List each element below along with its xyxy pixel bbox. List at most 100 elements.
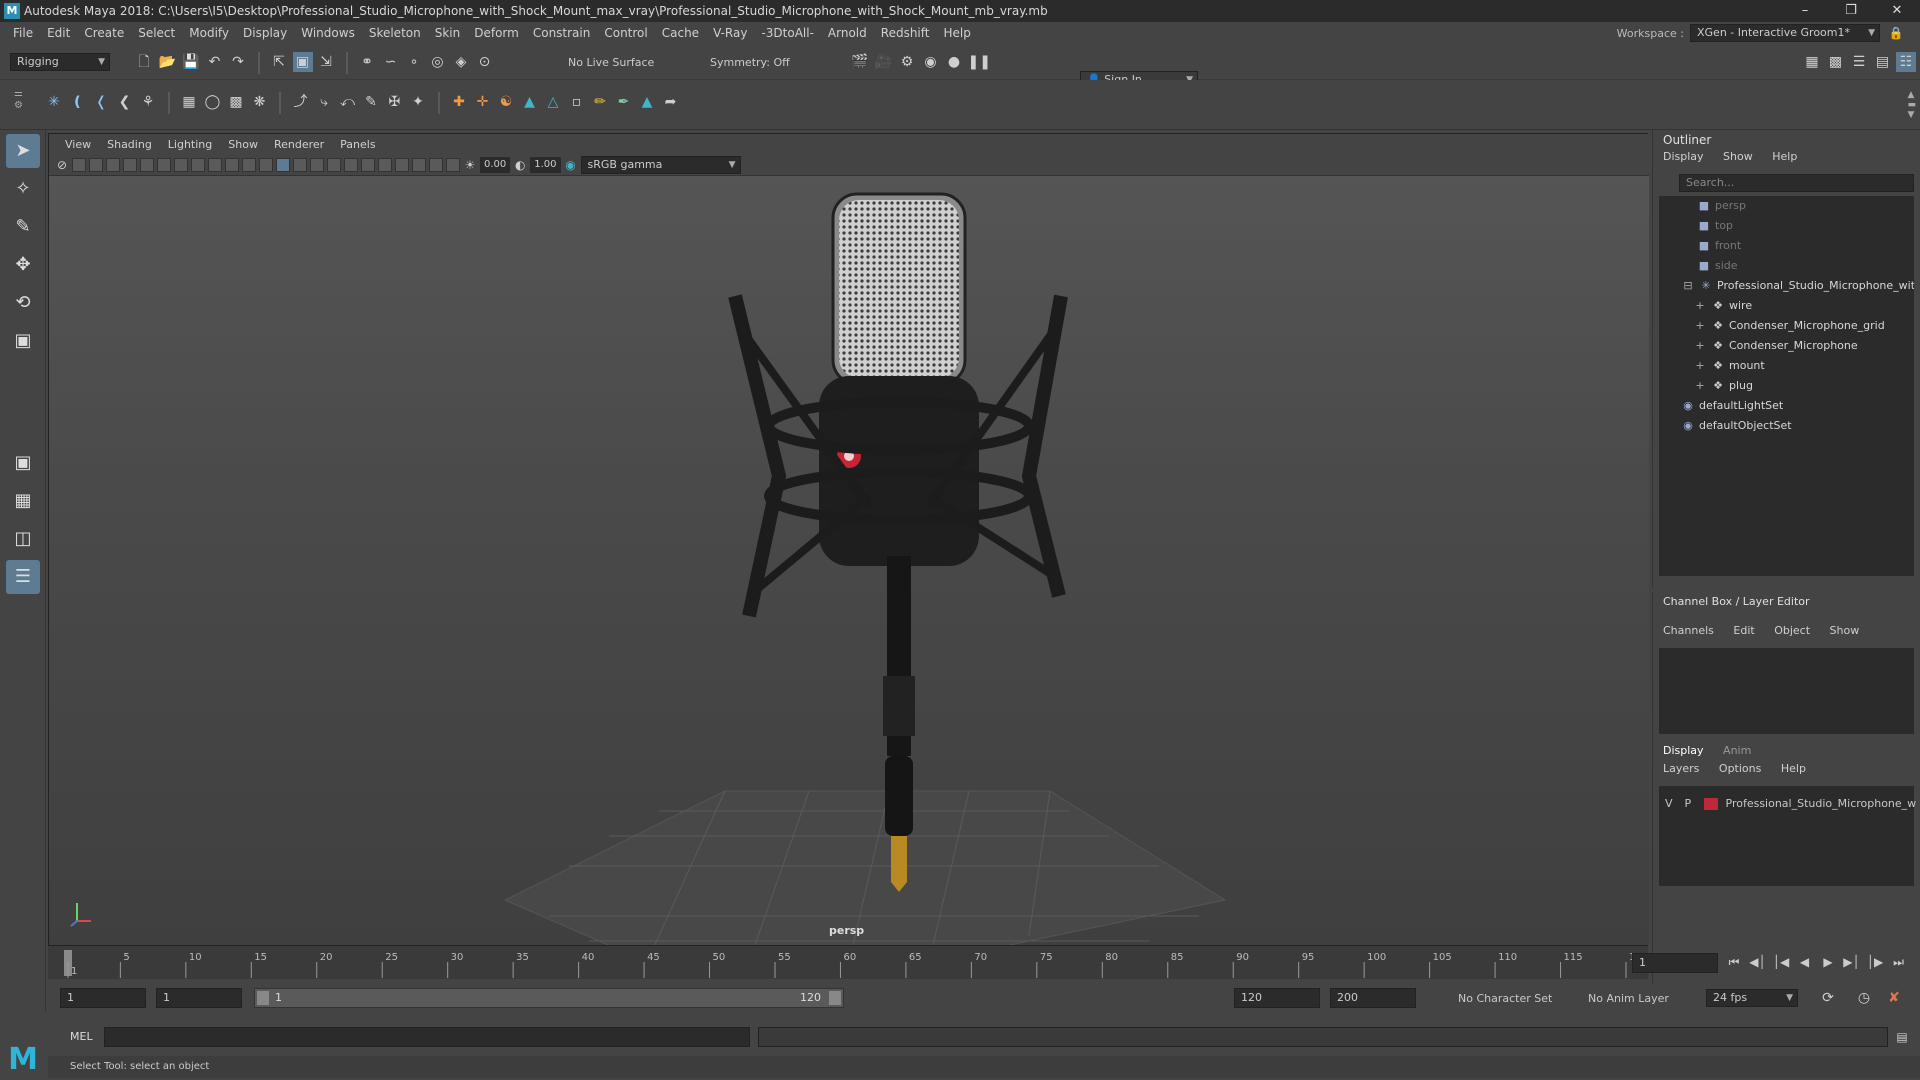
xray-icon[interactable] [429,157,443,172]
hik-control-icon[interactable]: ▲ [520,92,540,112]
minimize-icon[interactable]: – [1782,0,1828,22]
locator-icon[interactable]: ✚ [449,92,469,112]
menu-file[interactable]: File [6,26,40,40]
curve-tool-icon[interactable]: ⤴ [291,92,311,112]
two-view-icon[interactable]: ◫ [6,522,40,556]
outliner-item-group[interactable]: ⊟ ✳ Professional_Studio_Microphone_with [1659,276,1914,296]
menu-constrain[interactable]: Constrain [526,26,598,40]
playback-end-field[interactable]: 120 [1234,988,1320,1008]
paint-weights-icon[interactable]: ✏ [590,92,610,112]
menu-control[interactable]: Control [597,26,654,40]
expand-icon[interactable]: + [1693,336,1707,356]
range-slider[interactable]: 1 120 [254,988,844,1008]
xray-joints-icon[interactable] [446,157,460,172]
smooth-bind-icon[interactable]: ◯ [203,92,223,112]
script-editor-icon[interactable]: ▤ [1892,1027,1912,1047]
select-object-icon[interactable]: ▣ [292,52,313,72]
channel-menu-edit[interactable]: Edit [1725,624,1762,637]
select-hierarchy-icon[interactable]: ⇱ [269,52,289,72]
shadows-icon[interactable] [344,157,358,172]
scene-end-field[interactable]: 200 [1330,988,1416,1008]
2d-pan-zoom-icon[interactable] [123,157,137,172]
tool-settings-icon[interactable]: ☰ [1849,52,1869,72]
isolate-select-icon[interactable] [412,157,426,172]
viewport-menu-lighting[interactable]: Lighting [160,138,220,151]
viewport-menu-view[interactable]: View [57,138,99,151]
menu-edit[interactable]: Edit [40,26,77,40]
gamma-field[interactable]: 1.00 [530,156,561,173]
default-material-icon[interactable] [293,157,307,172]
play-backward-icon[interactable]: ◀ [1795,955,1815,969]
menu-skin[interactable]: Skin [428,26,468,40]
go-to-start-icon[interactable]: ⏮ [1724,955,1744,970]
exposure-field[interactable]: 0.00 [480,156,511,173]
orient-joint-icon[interactable]: ⚘ [138,92,158,112]
wire-deformer-icon[interactable]: ✠ [385,92,405,112]
select-component-icon[interactable]: ⇲ [316,52,336,72]
outliner-item-side[interactable]: ■ side [1659,256,1914,276]
channel-menu-show[interactable]: Show [1822,624,1868,637]
play-forward-icon[interactable]: ▶ [1818,955,1838,969]
outliner-item-mount[interactable]: + ❖ mount [1659,356,1914,376]
menu-3dtoall[interactable]: -3DtoAll- [754,26,820,40]
snap-pivot-icon[interactable]: ⊙ [475,52,495,72]
select-tool-icon[interactable]: ➤ [6,134,40,168]
point-constraint-icon[interactable]: ✛ [473,92,493,112]
restore-icon[interactable]: ❐ [1828,0,1874,22]
channel-menu-channels[interactable]: Channels [1655,624,1722,637]
snap-grid-icon[interactable]: ⚭ [357,52,377,72]
fps-dropdown[interactable]: 24 fps ▼ [1706,989,1798,1007]
motion-blur-icon[interactable] [378,157,392,172]
step-back-icon[interactable]: │◀ [1771,955,1791,969]
channel-box-icon[interactable]: ▤ [1873,52,1893,72]
layer-menu-help[interactable]: Help [1773,762,1814,775]
scene-start-field[interactable]: 1 [60,988,146,1008]
colorspace-dropdown[interactable]: sRGB gamma ▼ [580,155,741,174]
ep-curve-icon[interactable]: ⤷ [314,92,334,112]
save-scene-icon[interactable]: 💾 [181,52,201,72]
four-view-icon[interactable]: ▦ [6,484,40,518]
auto-key-icon[interactable]: ◷ [1854,988,1874,1008]
loop-icon[interactable]: ⟳ [1818,988,1838,1008]
outliner-menu-display[interactable]: Display [1655,150,1712,163]
layer-menu-options[interactable]: Options [1711,762,1769,775]
viewport-menu-panels[interactable]: Panels [332,138,383,151]
menu-arnold[interactable]: Arnold [821,26,874,40]
range-start-handle[interactable] [257,991,269,1005]
hik-skeleton-icon[interactable]: △ [543,92,563,112]
safe-action-icon[interactable] [242,157,256,172]
expand-icon[interactable]: + [1693,376,1707,396]
wireframe-icon[interactable] [259,157,273,172]
outliner-search-input[interactable]: Search... [1679,174,1914,192]
outliner-item-plug[interactable]: + ❖ plug [1659,376,1914,396]
single-view-icon[interactable]: ▣ [6,446,40,480]
quick-rig-icon[interactable]: ▫ [567,92,587,112]
hik-character-icon[interactable]: ☯ [496,92,516,112]
modeling-toolkit-icon[interactable]: ▦ [1802,52,1822,72]
step-forward-key-icon[interactable]: │▶ [1865,955,1885,969]
camera-select-icon[interactable]: ⊘ [55,155,69,175]
menu-display[interactable]: Display [236,26,294,40]
outliner-item-objectset[interactable]: ◉ defaultObjectSet [1659,416,1914,436]
command-language-label[interactable]: MEL [70,1030,93,1043]
pose-editor-icon[interactable]: ➦ [661,92,681,112]
lattice-icon[interactable]: ▩ [226,92,246,112]
ik-handle-icon[interactable]: ❪ [68,92,88,112]
expand-icon[interactable]: + [1693,296,1707,316]
channel-menu-object[interactable]: Object [1766,624,1818,637]
snap-surface-icon[interactable]: ◈ [451,52,471,72]
close-icon[interactable]: ✕ [1874,0,1920,22]
new-scene-icon[interactable]: 🗋 [134,52,154,72]
brush-icon[interactable]: ✒ [614,92,634,112]
outliner-toggle-icon[interactable]: ☷ [1896,52,1916,72]
ambient-occlusion-icon[interactable] [361,157,375,172]
rotate-tool-icon[interactable]: ⟲ [6,286,40,320]
outliner-menu-show[interactable]: Show [1715,150,1761,163]
display-layer-row[interactable]: V P Professional_Studio_Microphone_w [1659,794,1916,814]
menu-skeleton[interactable]: Skeleton [362,26,428,40]
outliner-item-wire[interactable]: + ❖ wire [1659,296,1914,316]
live-surface-label[interactable]: No Live Surface [568,56,654,69]
field-chart-icon[interactable] [225,157,239,172]
bind-skin-icon[interactable]: ▦ [179,92,199,112]
menu-help[interactable]: Help [936,26,977,40]
